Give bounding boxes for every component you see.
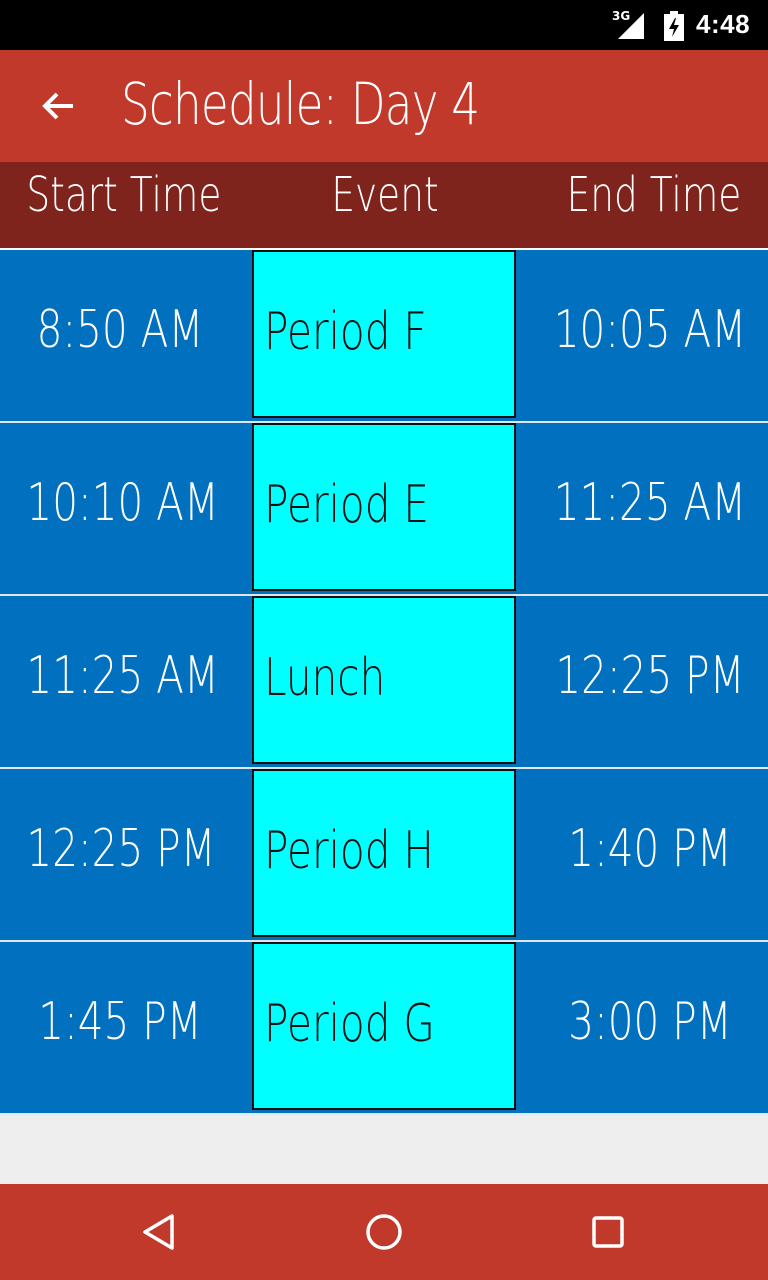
- nav-recents-button[interactable]: [578, 1202, 638, 1262]
- schedule-list: 8:50 AM Period F 10:05 AM 10:10 AM Perio…: [0, 250, 768, 1115]
- end-time: 1:40 PM: [568, 819, 732, 879]
- nav-recents-icon: [592, 1216, 624, 1248]
- status-bar: 3G 4:48: [0, 0, 768, 50]
- table-row: 8:50 AM Period F 10:05 AM: [0, 250, 768, 423]
- event-label: Lunch: [264, 648, 386, 708]
- start-time: 11:25 AM: [26, 646, 219, 706]
- start-time: 1:45 PM: [38, 992, 202, 1052]
- event-label: Period F: [264, 302, 427, 362]
- clock: 4:48: [696, 9, 751, 39]
- start-time: 12:25 PM: [26, 819, 216, 879]
- header-event: Event: [331, 167, 439, 223]
- app-bar: Schedule: Day 4: [0, 50, 768, 162]
- end-time: 11:25 AM: [553, 473, 747, 533]
- start-time: 8:50 AM: [36, 300, 204, 360]
- end-time: 10:05 AM: [553, 300, 747, 360]
- end-time: 3:00 PM: [568, 992, 732, 1052]
- start-time: 10:10 AM: [26, 473, 219, 533]
- table-row: 10:10 AM Period E 11:25 AM: [0, 423, 768, 596]
- table-row: 12:25 PM Period H 1:40 PM: [0, 769, 768, 942]
- event-label: Period E: [264, 475, 429, 535]
- event-label: Period G: [264, 994, 435, 1054]
- table-header: Start Time Event End Time: [0, 162, 768, 248]
- event-cell[interactable]: Period E: [252, 423, 516, 591]
- arrow-back-icon: [42, 92, 73, 120]
- event-cell[interactable]: Period G: [252, 942, 516, 1110]
- nav-home-button[interactable]: [354, 1202, 414, 1262]
- nav-home-icon: [366, 1214, 402, 1250]
- event-cell[interactable]: Period H: [252, 769, 516, 937]
- table-row: 11:25 AM Lunch 12:25 PM: [0, 596, 768, 769]
- header-start-time: Start Time: [26, 167, 222, 223]
- event-cell[interactable]: Period F: [252, 250, 516, 418]
- battery-charging-icon: [664, 11, 684, 41]
- event-label: Period H: [264, 821, 434, 881]
- table-row: 1:45 PM Period G 3:00 PM: [0, 942, 768, 1115]
- back-button[interactable]: [28, 76, 88, 136]
- nav-back-button[interactable]: [130, 1202, 190, 1262]
- nav-back-icon: [143, 1214, 174, 1250]
- event-cell[interactable]: Lunch: [252, 596, 516, 764]
- signal-icon: [618, 13, 644, 39]
- header-end-time: End Time: [566, 167, 742, 223]
- navigation-bar: [0, 1184, 768, 1280]
- page-title: Schedule: Day 4: [121, 70, 480, 138]
- end-time: 12:25 PM: [555, 646, 745, 706]
